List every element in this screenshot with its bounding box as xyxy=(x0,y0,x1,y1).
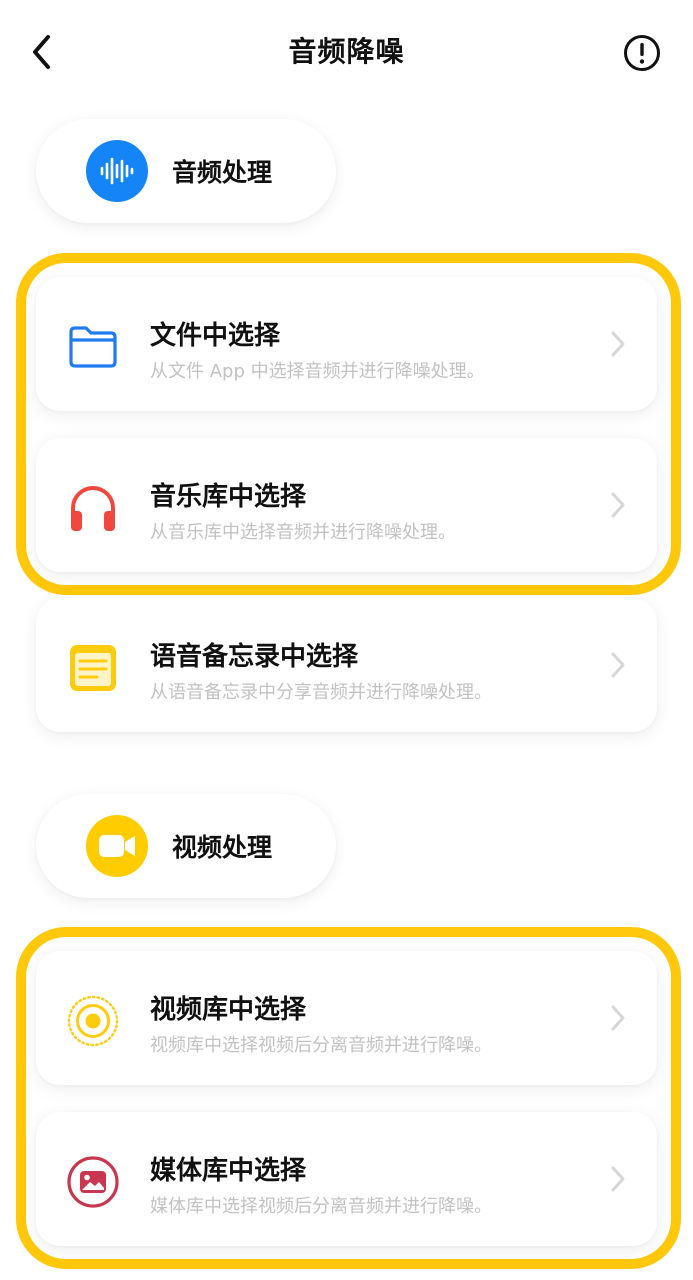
info-icon xyxy=(624,35,660,71)
item-subtitle: 从语音备忘录中分享音频并进行降噪处理。 xyxy=(150,682,492,703)
list-item-media-library[interactable]: 媒体库中选择 媒体库中选择视频后分离音频并进行降噪。 xyxy=(36,1112,657,1246)
list-item-voice-memos[interactable]: 语音备忘录中选择 从语音备忘录中分享音频并进行降噪处理。 xyxy=(36,598,657,732)
item-title: 音乐库中选择 xyxy=(150,482,307,512)
section-header-video: 视频处理 xyxy=(36,794,336,898)
page-title: 音频降噪 xyxy=(288,35,405,68)
item-subtitle: 从音乐库中选择音频并进行降噪处理。 xyxy=(150,522,456,543)
chevron-right-icon xyxy=(611,1005,625,1031)
folder-icon xyxy=(66,320,120,374)
item-title: 文件中选择 xyxy=(150,321,281,351)
item-title: 视频库中选择 xyxy=(150,995,307,1025)
info-button[interactable] xyxy=(623,34,661,72)
item-title: 媒体库中选择 xyxy=(150,1156,307,1186)
video-camera-icon xyxy=(86,815,148,877)
item-subtitle: 视频库中选择视频后分离音频并进行降噪。 xyxy=(150,1035,492,1056)
item-subtitle: 从文件 App 中选择音频并进行降噪处理。 xyxy=(150,361,485,382)
item-subtitle: 媒体库中选择视频后分离音频并进行降噪。 xyxy=(150,1196,492,1217)
live-photo-icon xyxy=(66,994,120,1048)
headphones-icon xyxy=(66,481,120,535)
chevron-right-icon xyxy=(611,331,625,357)
section-label: 视频处理 xyxy=(172,833,273,862)
chevron-right-icon xyxy=(611,1166,625,1192)
photo-icon xyxy=(66,1155,120,1209)
chevron-right-icon xyxy=(611,652,625,678)
list-item-video-library[interactable]: 视频库中选择 视频库中选择视频后分离音频并进行降噪。 xyxy=(36,951,657,1085)
section-header-audio: 音频处理 xyxy=(36,119,336,223)
item-title: 语音备忘录中选择 xyxy=(150,642,359,672)
chevron-right-icon xyxy=(611,492,625,518)
waveform-icon xyxy=(86,140,148,202)
list-item-music-library[interactable]: 音乐库中选择 从音乐库中选择音频并进行降噪处理。 xyxy=(36,438,657,572)
list-item-files[interactable]: 文件中选择 从文件 App 中选择音频并进行降噪处理。 xyxy=(36,277,657,411)
section-label: 音频处理 xyxy=(172,158,273,187)
notes-icon xyxy=(66,641,120,695)
